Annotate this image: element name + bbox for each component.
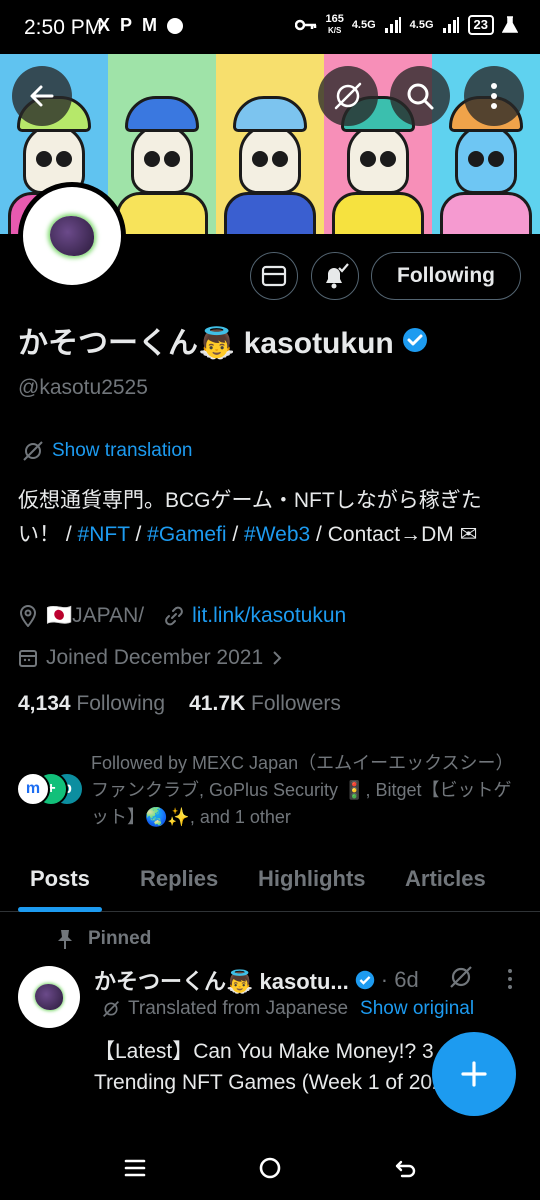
notification-icons: X P M xyxy=(98,15,184,36)
pinned-label: Pinned xyxy=(88,928,152,949)
profile-tabs: Posts Replies Highlights Articles xyxy=(0,852,540,912)
link-icon xyxy=(165,606,183,626)
signal-icon xyxy=(442,17,459,33)
search-icon xyxy=(407,83,434,110)
mail-app-icon: M xyxy=(142,15,158,35)
post-author-avatar[interactable] xyxy=(18,966,80,1028)
post-translation-row: Translated from Japanese Show original xyxy=(102,998,474,1020)
status-time: 2:50 PM xyxy=(24,16,103,39)
followed-by-avatars: m + b xyxy=(16,772,86,808)
recent-apps-icon[interactable] xyxy=(123,1156,147,1180)
tab-articles[interactable]: Articles xyxy=(405,866,486,892)
joined-row[interactable]: Joined December 2021 xyxy=(18,646,283,670)
hashtag-nft[interactable]: #NFT xyxy=(78,523,130,546)
network-1: 4.5G xyxy=(351,19,376,31)
arrow-left-icon xyxy=(30,85,54,107)
translate-icon xyxy=(23,441,43,461)
avatar-image xyxy=(50,216,94,256)
system-navigation-bar xyxy=(0,1140,540,1200)
post-author-name[interactable]: かそつーくん👼 kasotu... xyxy=(94,964,349,996)
post-more-icon[interactable] xyxy=(507,968,513,990)
display-name-row: かそつーくん👼 kasotukun xyxy=(18,318,428,362)
circle-dot-icon xyxy=(167,17,184,34)
plus-icon xyxy=(461,1061,487,1087)
followed-by-text[interactable]: Followed by MEXC Japan（エムイーエックスシー）ファンクラブ… xyxy=(91,750,521,831)
pinned-label-row: Pinned xyxy=(56,928,151,950)
display-name: かそつーくん👼 kasotukun xyxy=(18,327,394,360)
chevron-right-icon xyxy=(273,651,282,665)
location-pin-icon xyxy=(19,605,37,627)
translate-icon xyxy=(334,82,362,110)
profile-bio: 仮想通貨専門。BCGゲーム・NFTしながら稼ぎたい！ / #NFT / #Gam… xyxy=(18,489,482,546)
hashtag-web3[interactable]: #Web3 xyxy=(244,523,310,546)
verified-badge-icon xyxy=(355,970,374,990)
back-button[interactable] xyxy=(12,66,72,126)
translate-icon xyxy=(103,1001,119,1017)
pin-icon xyxy=(58,930,72,949)
tab-posts[interactable]: Posts xyxy=(30,866,90,892)
verified-badge-icon xyxy=(402,328,427,352)
location-link-row: 🇯🇵JAPAN/ lit.link/kasotukun xyxy=(18,604,346,628)
back-nav-icon[interactable] xyxy=(393,1156,417,1180)
mexc-avatar: m xyxy=(16,772,50,806)
followers-stat[interactable]: 41.7K Followers xyxy=(189,692,341,716)
profile-handle: @kasotu2525 xyxy=(18,376,148,399)
battery-indicator: 23 xyxy=(467,15,494,35)
profile-avatar[interactable] xyxy=(18,182,126,290)
joined-date: Joined December 2021 xyxy=(46,646,264,669)
active-tab-indicator xyxy=(18,907,102,912)
tab-replies[interactable]: Replies xyxy=(140,866,218,892)
banner-panel xyxy=(108,54,216,234)
translate-icon[interactable] xyxy=(448,964,474,990)
x-app-icon: X xyxy=(98,15,111,35)
bell-check-icon xyxy=(326,263,349,289)
envelope-icon xyxy=(261,265,287,287)
flask-icon xyxy=(502,16,518,33)
tab-highlights[interactable]: Highlights xyxy=(258,866,366,892)
follow-stats: 4,134 Following 41.7K Followers xyxy=(18,692,341,716)
more-button[interactable] xyxy=(464,66,524,126)
profile-location: 🇯🇵JAPAN/ xyxy=(46,604,145,627)
p-app-icon: P xyxy=(120,15,133,35)
show-translation-label: Show translation xyxy=(52,440,193,461)
network-2: 4.5G xyxy=(409,19,434,31)
more-vertical-icon xyxy=(491,83,497,109)
key-icon xyxy=(295,19,317,31)
home-icon[interactable] xyxy=(258,1156,282,1180)
post-time: · 6d xyxy=(380,967,419,992)
notifications-button[interactable] xyxy=(311,252,359,300)
net-speed: 165 K/S xyxy=(325,13,344,36)
translated-from-label: Translated from Japanese xyxy=(128,998,349,1019)
post-header: かそつーくん👼 kasotu... · 6d xyxy=(94,964,419,996)
profile-website-link[interactable]: lit.link/kasotukun xyxy=(192,604,346,628)
compose-post-button[interactable] xyxy=(432,1032,516,1116)
signal-icon xyxy=(384,17,401,33)
translate-button[interactable] xyxy=(318,66,378,126)
following-button[interactable]: Following xyxy=(371,252,521,300)
show-original-link[interactable]: Show original xyxy=(360,998,474,1020)
hashtag-gamefi[interactable]: #Gamefi xyxy=(147,523,226,546)
banner-panel xyxy=(216,54,324,234)
status-right: 165 K/S 4.5G 4.5G 23 xyxy=(295,14,518,36)
calendar-icon xyxy=(19,650,37,667)
show-translation-link[interactable]: Show translation xyxy=(22,440,192,462)
message-button[interactable] xyxy=(250,252,298,300)
following-stat[interactable]: 4,134 Following xyxy=(18,692,165,716)
status-bar: 2:50 PM X P M 165 K/S 4.5G 4.5G 23 xyxy=(0,0,540,54)
search-button[interactable] xyxy=(390,66,450,126)
